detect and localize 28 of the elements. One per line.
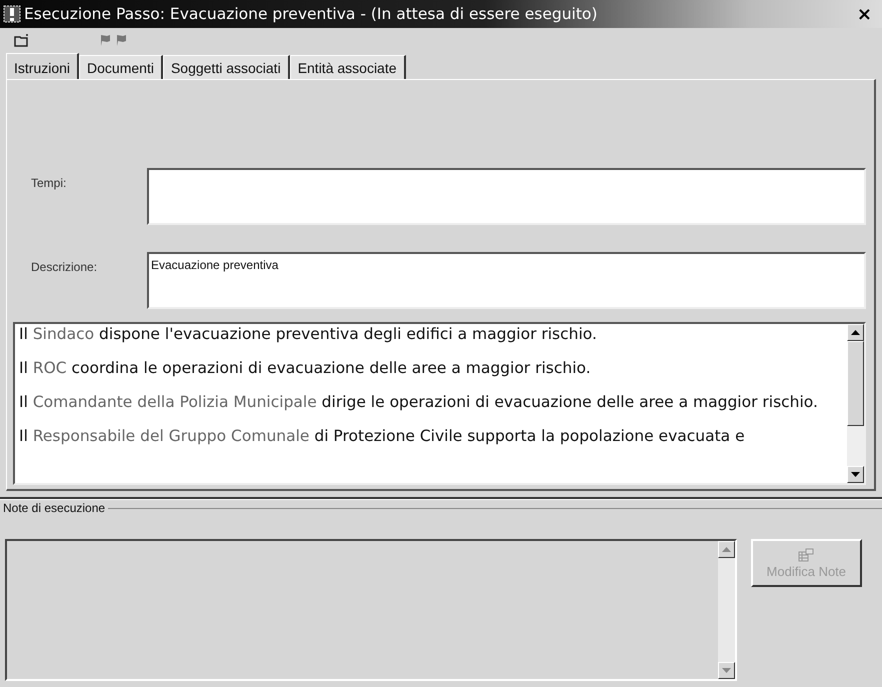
close-button[interactable]: × [852, 4, 876, 24]
tab[interactable]: Istruzioni [6, 53, 80, 79]
scroll-thumb[interactable] [847, 341, 864, 426]
group-title: Note di esecuzione [3, 501, 108, 515]
instruction-paragraph: Il Sindaco dispone l'evacuazione preventiva degli edifici a maggior rischio. [19, 325, 598, 343]
notes-field[interactable] [5, 539, 737, 681]
table-icon [798, 548, 814, 562]
down-arrow-icon [722, 668, 731, 673]
field-label: Descrizione: [31, 259, 98, 276]
scroll-down-button[interactable] [847, 466, 864, 483]
instruction-paragraph: Il ROC coordina le operazioni di evacuazione delle aree a maggior rischio. [19, 359, 592, 377]
tab[interactable]: Soggetti associati [162, 55, 290, 79]
tab[interactable]: Documenti [79, 55, 163, 79]
tab[interactable]: Entità associate [290, 55, 406, 79]
scroll-down-button[interactable] [718, 662, 735, 679]
up-arrow-icon [851, 330, 860, 335]
field-label: Tempi: [31, 175, 68, 192]
text-field[interactable]: Evacuazione preventiva [147, 252, 866, 309]
down-arrow-icon [851, 472, 860, 477]
folder-icon[interactable] [14, 33, 30, 47]
scroll-up-button[interactable] [847, 324, 864, 341]
up-arrow-icon [722, 547, 731, 552]
window-title: Esecuzione Passo: Evacuazione preventiva - (In attesa di essere eseguito) [24, 5, 598, 23]
app-icon [3, 5, 21, 23]
instruction-paragraph: Il Comandante della Polizia Municipale dirige le operazioni di evacuazione delle aree a maggior rischio. [19, 393, 819, 411]
text-field[interactable] [147, 168, 866, 225]
instruction-paragraph: Il Responsabile del Gruppo Comunale di Protezione Civile supporta la popolazione evacuata e [19, 427, 746, 445]
scroll-up-button[interactable] [718, 541, 735, 558]
